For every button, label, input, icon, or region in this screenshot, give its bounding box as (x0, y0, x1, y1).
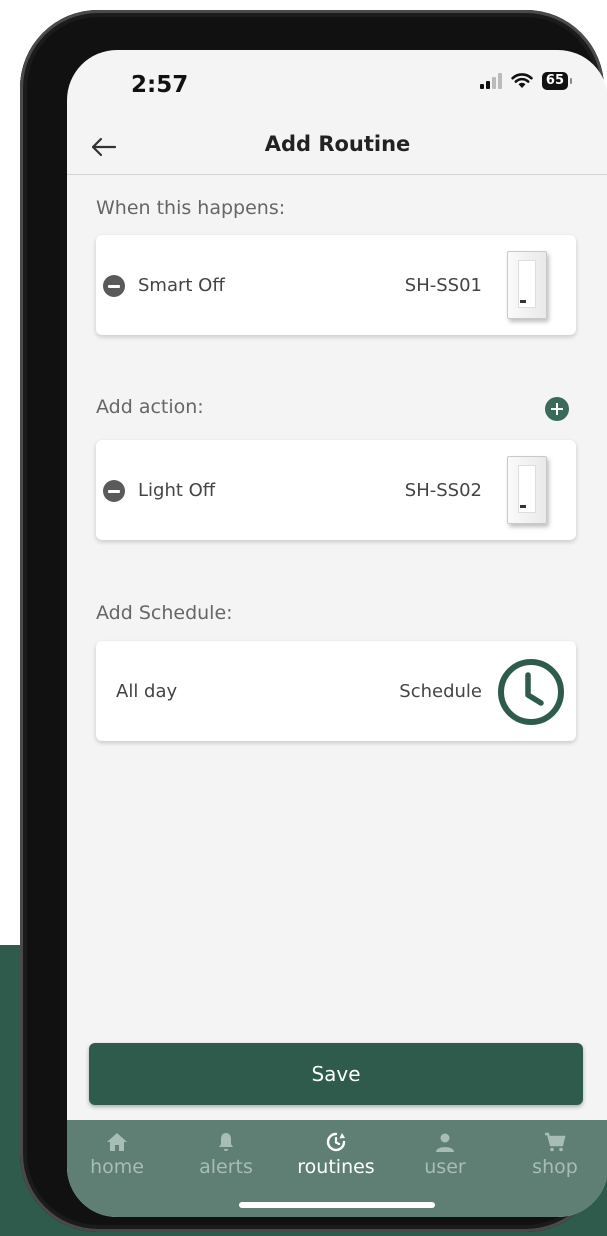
schedule-card[interactable]: All day Schedule (96, 641, 576, 741)
remove-action-icon[interactable] (103, 480, 125, 502)
tab-shop-label: shop (532, 1156, 578, 1178)
tab-routines[interactable]: routines (286, 1130, 386, 1178)
routine-clock-icon (326, 1132, 346, 1152)
trigger-card[interactable]: Smart Off SH-SS01 (96, 235, 576, 335)
action-section-label: Add action: (96, 396, 204, 418)
tab-user-label: user (424, 1156, 466, 1178)
switch-device-image (507, 456, 547, 524)
app-screen: 2:57 65 Add Routine When this happens: S… (67, 50, 607, 1217)
tab-home-label: home (90, 1156, 144, 1178)
wifi-icon (511, 73, 533, 88)
save-button[interactable]: Save (89, 1043, 583, 1105)
tab-user[interactable]: user (395, 1130, 495, 1178)
status-time: 2:57 (131, 72, 189, 98)
signal-icon (479, 73, 502, 89)
battery-indicator: 65 (541, 72, 573, 90)
schedule-section-label: Add Schedule: (96, 602, 233, 624)
action-device-code: SH-SS02 (404, 480, 482, 501)
header: Add Routine (67, 122, 607, 175)
page-title: Add Routine (264, 132, 411, 156)
action-name: Light Off (138, 480, 216, 501)
home-indicator (239, 1202, 435, 1208)
user-icon (436, 1133, 454, 1152)
tab-shop[interactable]: shop (505, 1130, 605, 1178)
add-action-plus-icon[interactable] (545, 397, 569, 421)
phone-frame: 2:57 65 Add Routine When this happens: S… (20, 10, 607, 1232)
remove-trigger-icon[interactable] (103, 275, 125, 297)
schedule-value: All day (116, 681, 178, 702)
tab-home[interactable]: home (67, 1130, 167, 1178)
clock-icon[interactable] (496, 657, 566, 727)
trigger-section-label: When this happens: (96, 197, 286, 219)
action-card[interactable]: Light Off SH-SS02 (96, 440, 576, 540)
cart-icon (545, 1132, 566, 1152)
tab-alerts-label: alerts (199, 1156, 253, 1178)
trigger-name: Smart Off (138, 275, 225, 296)
tab-routines-label: routines (297, 1156, 375, 1178)
switch-device-image (507, 251, 547, 319)
tab-alerts[interactable]: alerts (176, 1130, 276, 1178)
status-icons: 65 (479, 72, 573, 90)
home-icon (107, 1133, 127, 1151)
schedule-button-label[interactable]: Schedule (399, 681, 482, 702)
trigger-device-code: SH-SS01 (404, 275, 482, 296)
bell-icon (219, 1133, 233, 1151)
